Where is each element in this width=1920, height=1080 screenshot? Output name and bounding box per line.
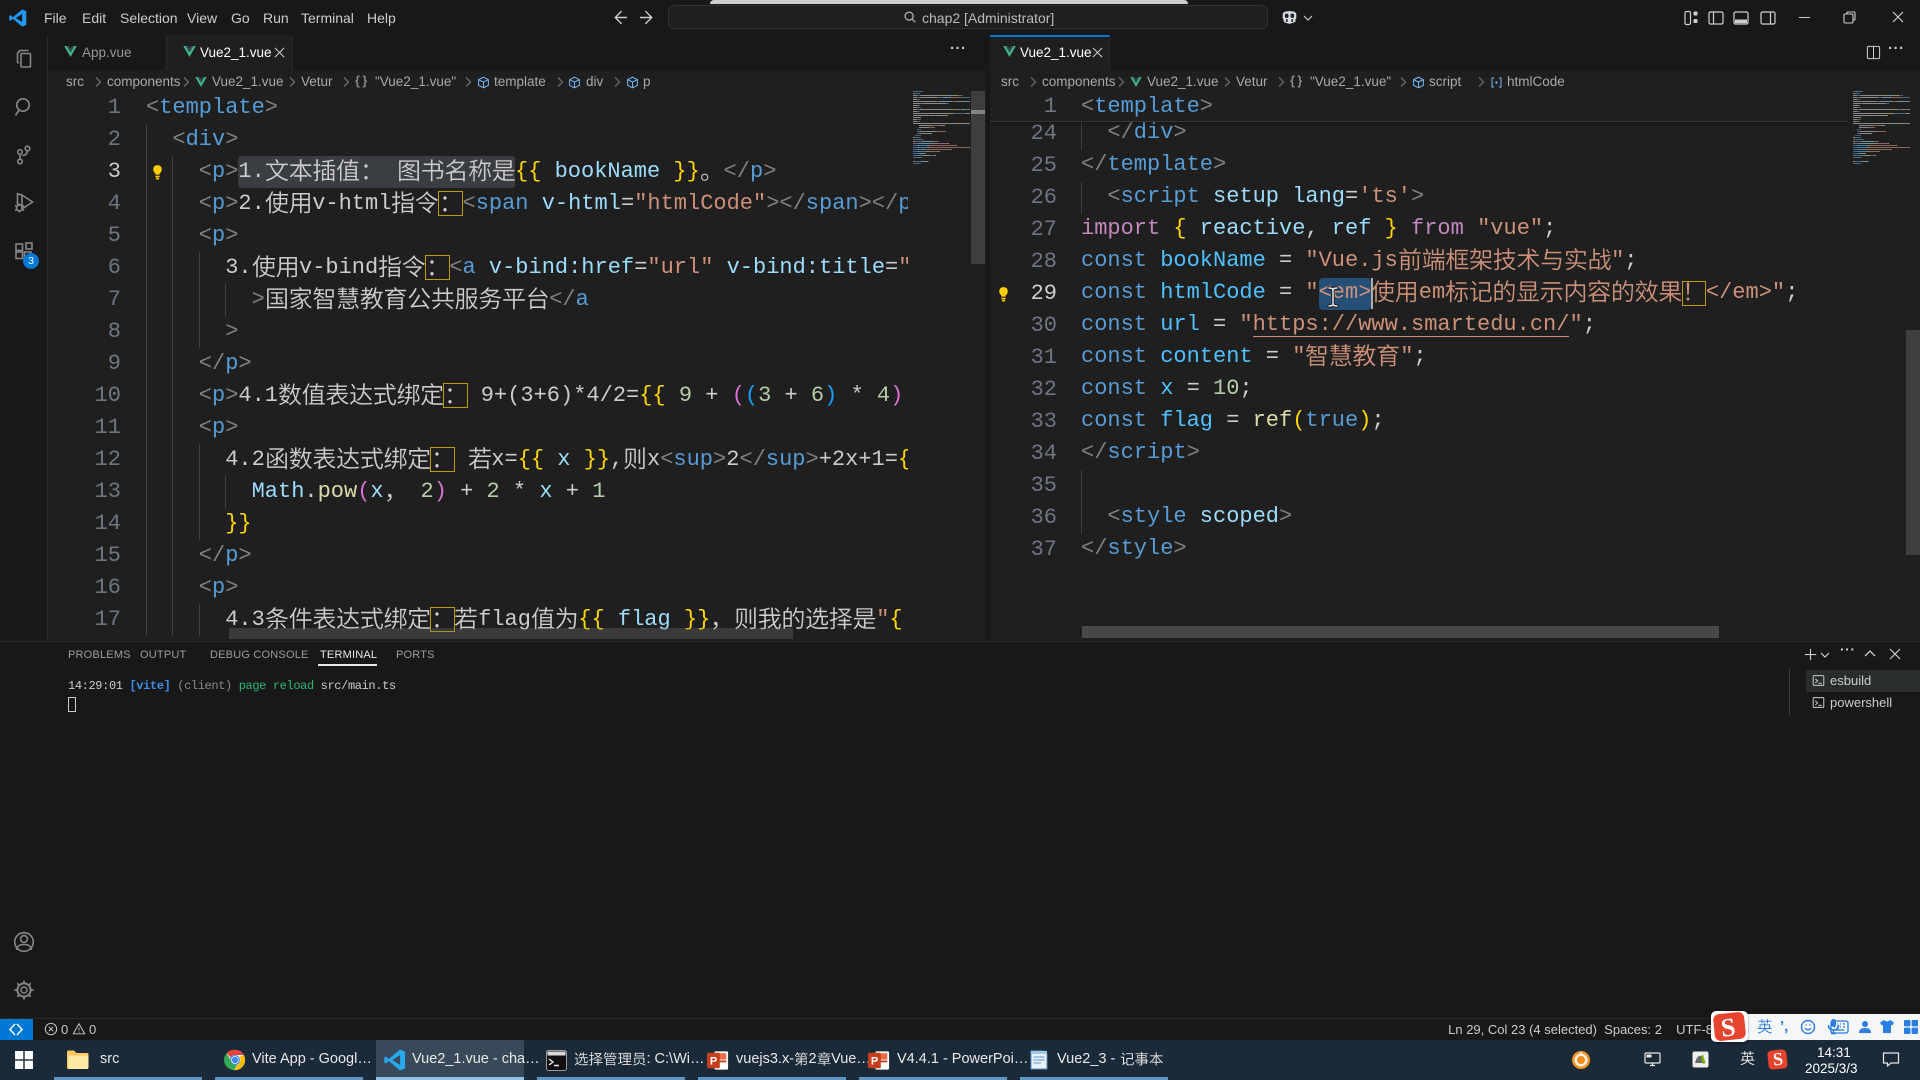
- svg-text:P: P: [710, 1056, 717, 1068]
- svg-text:P: P: [871, 1056, 878, 1068]
